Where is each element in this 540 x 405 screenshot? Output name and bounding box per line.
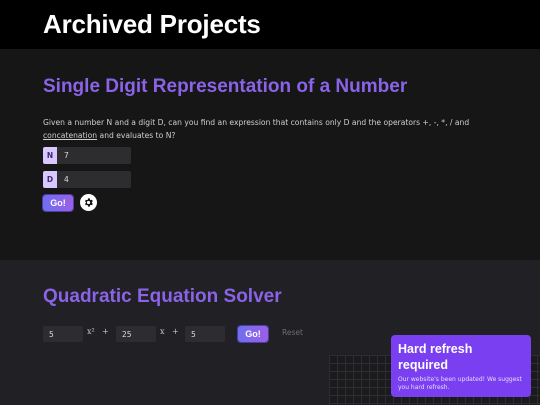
d-label: D xyxy=(43,171,57,188)
description-text: Given a number N and a digit D, can you … xyxy=(43,118,470,127)
d-input[interactable]: 4 xyxy=(57,171,131,188)
plus-symbol-2: + xyxy=(172,327,179,336)
d-field: D 4 xyxy=(43,171,131,188)
single-digit-title: Single Digit Representation of a Number xyxy=(43,76,408,97)
description-text-end: and evaluates to N? xyxy=(97,131,176,140)
page-header: Archived Projects xyxy=(0,0,540,49)
x-symbol: x xyxy=(160,327,165,336)
gear-icon[interactable] xyxy=(80,194,97,211)
n-label: N xyxy=(43,147,57,164)
page-title: Archived Projects xyxy=(43,9,261,39)
concatenation-link[interactable]: concatenation xyxy=(43,131,97,140)
single-digit-description: Given a number N and a digit D, can you … xyxy=(43,116,513,142)
n-field: N 7 xyxy=(43,147,131,164)
quadratic-title: Quadratic Equation Solver xyxy=(43,286,282,307)
quadratic-go-button[interactable]: Go! xyxy=(238,326,268,342)
coefficient-a-input[interactable]: 5 xyxy=(43,326,83,342)
single-digit-go-button[interactable]: Go! xyxy=(43,195,73,211)
x-squared-symbol: x² xyxy=(87,327,95,336)
plus-symbol: + xyxy=(102,327,109,336)
toast-title: Hard refresh required xyxy=(398,342,473,372)
coefficient-b-input[interactable]: 25 xyxy=(116,326,156,342)
reset-button[interactable]: Reset xyxy=(282,328,303,337)
n-input[interactable]: 7 xyxy=(57,147,131,164)
coefficient-c-input[interactable]: 5 xyxy=(185,326,225,342)
toast-message: Our website's been updated! We suggest y… xyxy=(398,376,522,391)
hard-refresh-toast[interactable]: Hard refresh required Our website's been… xyxy=(391,335,531,397)
gear-icon-glyph xyxy=(84,198,93,207)
